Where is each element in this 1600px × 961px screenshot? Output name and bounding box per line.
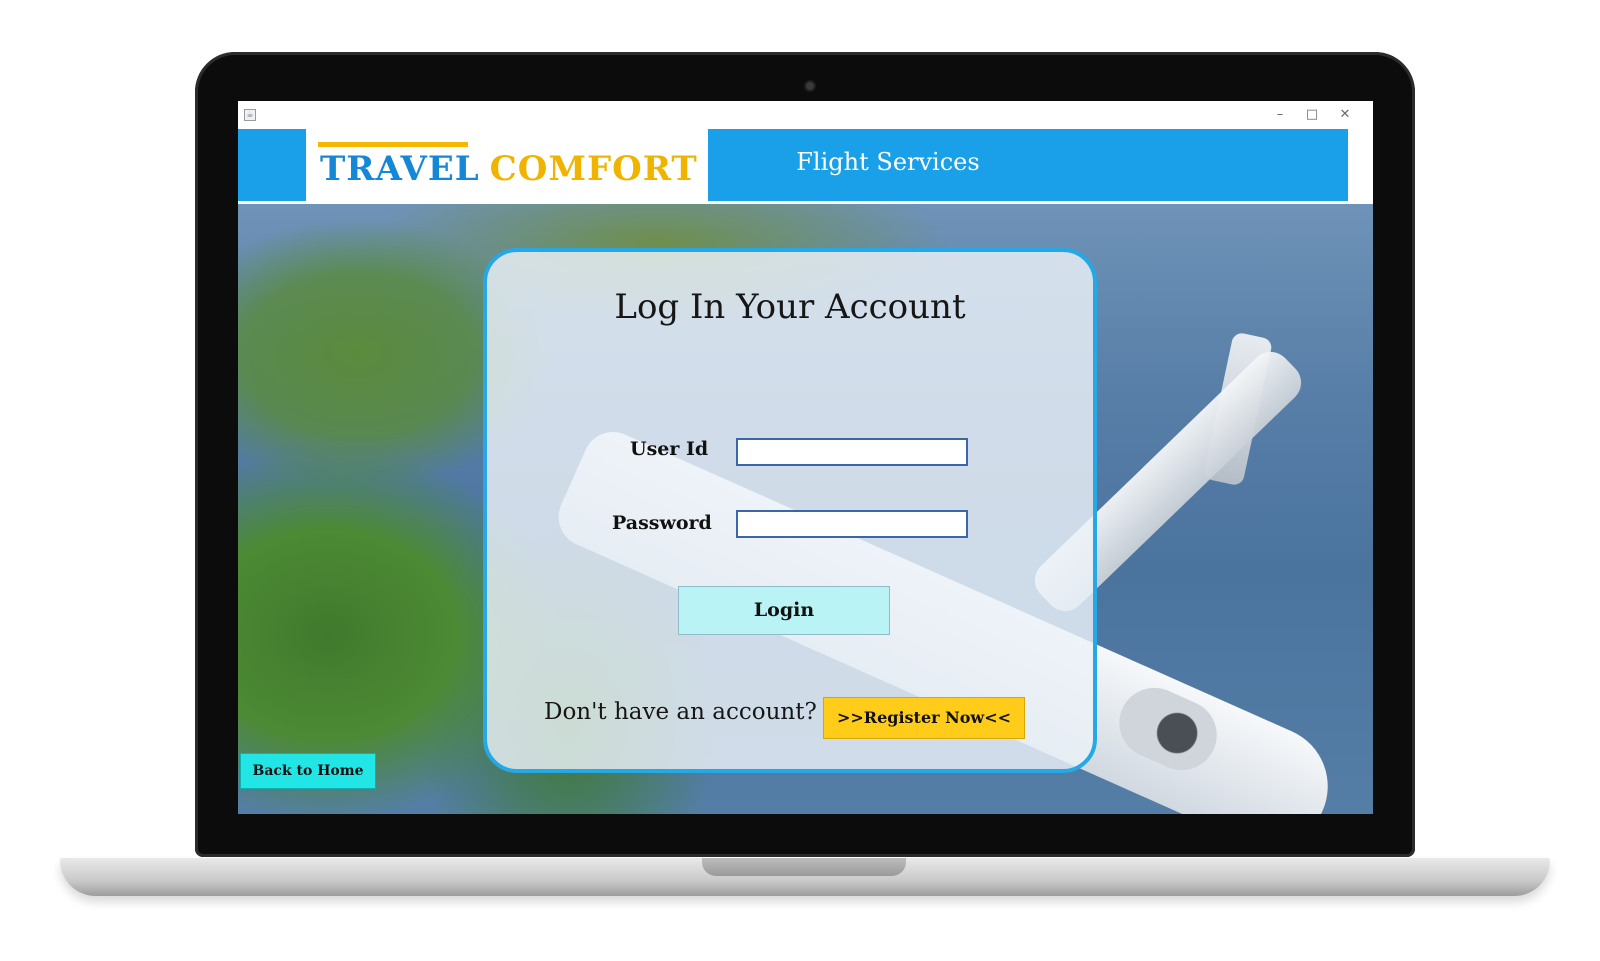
brand-travel: TRAVEL (320, 149, 480, 189)
webcam (806, 82, 814, 90)
back-to-home-button[interactable]: Back to Home (240, 753, 376, 789)
password-input[interactable] (736, 510, 968, 538)
window-titlebar: ☕ – □ ✕ (238, 101, 1373, 129)
register-button[interactable]: >>Register Now<< (823, 697, 1025, 739)
login-title: Log In Your Account (614, 287, 966, 327)
minimize-button[interactable]: – (1269, 104, 1291, 126)
user-id-label: User Id (630, 438, 709, 460)
brand-comfort: COMFORT (489, 149, 698, 189)
close-button[interactable]: ✕ (1334, 104, 1356, 126)
app-window: ☕ – □ ✕ TRAVEL COMFORT Flight Services Lo… (238, 101, 1373, 814)
laptop-notch (702, 858, 906, 876)
user-id-input[interactable] (736, 438, 968, 466)
brand-logo: TRAVEL COMFORT (320, 149, 698, 189)
maximize-button[interactable]: □ (1301, 104, 1323, 126)
password-label: Password (612, 512, 712, 534)
login-button[interactable]: Login (678, 586, 890, 635)
brand-accent-bar (318, 142, 468, 147)
header-left-band (238, 129, 306, 201)
java-app-icon: ☕ (244, 109, 256, 121)
page-title: Flight Services (796, 148, 980, 176)
no-account-text: Don't have an account? (544, 699, 817, 725)
